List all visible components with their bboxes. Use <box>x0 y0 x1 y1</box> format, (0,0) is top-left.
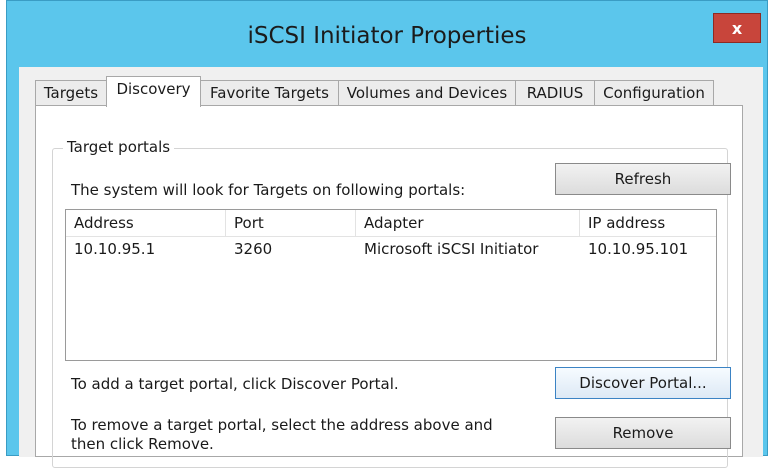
tab-configuration[interactable]: Configuration <box>594 80 714 105</box>
dialog-client-area: Targets Discovery Favorite Targets Volum… <box>19 67 763 468</box>
cell-adapter: Microsoft iSCSI Initiator <box>364 240 539 258</box>
cell-port: 3260 <box>234 240 273 258</box>
group-title: Target portals <box>63 138 175 156</box>
remove-button[interactable]: Remove <box>555 417 731 449</box>
tab-discovery[interactable]: Discovery <box>106 76 201 107</box>
cell-address: 10.10.95.1 <box>74 240 156 258</box>
cell-ip-address: 10.10.95.101 <box>588 240 689 258</box>
remove-hint-line-2: then click Remove. <box>71 435 214 453</box>
column-header-address[interactable]: Address <box>66 210 226 236</box>
tab-radius[interactable]: RADIUS <box>515 80 595 105</box>
discovery-tab-panel: Target portals The system will look for … <box>35 105 743 468</box>
list-header: Address Port Adapter IP address <box>66 210 716 237</box>
title-bar[interactable]: iSCSI Initiator Properties x <box>7 1 767 67</box>
column-header-ip-address[interactable]: IP address <box>580 210 716 236</box>
tab-favorite-targets[interactable]: Favorite Targets <box>200 80 339 105</box>
close-button[interactable]: x <box>713 13 761 43</box>
portals-intro-text: The system will look for Targets on foll… <box>71 181 466 199</box>
window-title: iSCSI Initiator Properties <box>247 23 527 49</box>
remove-portal-hint: To remove a target portal, select the ad… <box>71 416 493 454</box>
refresh-button[interactable]: Refresh <box>555 163 731 195</box>
target-portals-group: Target portals The system will look for … <box>52 138 731 468</box>
tab-strip: Targets Discovery Favorite Targets Volum… <box>35 76 755 107</box>
dialog-window: iSCSI Initiator Properties x Targets Dis… <box>6 0 768 468</box>
column-header-port[interactable]: Port <box>226 210 356 236</box>
tab-targets[interactable]: Targets <box>35 80 107 105</box>
close-icon: x <box>731 18 743 38</box>
discover-portal-button[interactable]: Discover Portal... <box>555 367 731 399</box>
tab-volumes-and-devices[interactable]: Volumes and Devices <box>338 80 516 105</box>
remove-hint-line-1: To remove a target portal, select the ad… <box>71 416 493 434</box>
column-header-adapter[interactable]: Adapter <box>356 210 580 236</box>
add-portal-hint: To add a target portal, click Discover P… <box>71 375 399 393</box>
portals-list[interactable]: Address Port Adapter IP address 10.10.95… <box>65 209 717 361</box>
